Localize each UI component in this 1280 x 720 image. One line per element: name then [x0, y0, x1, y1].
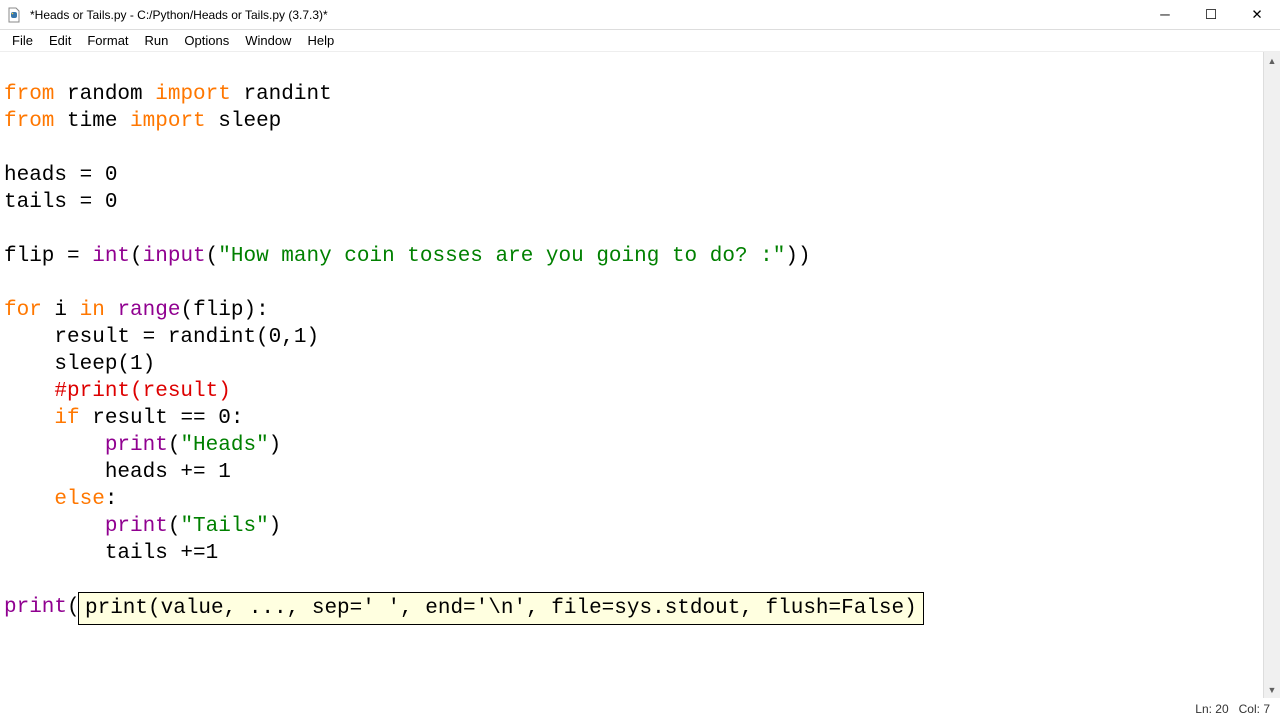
menu-format[interactable]: Format [79, 31, 136, 50]
code-token: for [4, 299, 42, 322]
code-token: result == 0: [80, 407, 244, 430]
code-token: if [54, 407, 79, 430]
status-ln: Ln: 20 [1195, 702, 1228, 716]
code-line: tails +=1 [4, 542, 218, 565]
code-token: randint [231, 83, 332, 106]
code-token: in [80, 299, 105, 322]
code-token: )) [785, 245, 810, 268]
code-token: print [105, 434, 168, 457]
menu-help[interactable]: Help [299, 31, 342, 50]
code-token: input [143, 245, 206, 268]
code-token: (flip): [180, 299, 268, 322]
code-token: ( [168, 434, 181, 457]
code-token: : [105, 488, 118, 511]
code-token: ( [206, 245, 219, 268]
code-token: range [117, 299, 180, 322]
code-token: int [92, 245, 130, 268]
code-token [4, 407, 54, 430]
window-controls: ─ ☐ ✕ [1142, 0, 1280, 29]
code-line: result = randint(0,1) [4, 326, 319, 349]
vertical-scrollbar[interactable]: ▲ ▼ [1263, 52, 1280, 698]
menu-run[interactable]: Run [137, 31, 177, 50]
minimize-button[interactable]: ─ [1142, 0, 1188, 29]
minimize-icon: ─ [1160, 7, 1169, 22]
code-token: ( [130, 245, 143, 268]
code-token: else [54, 488, 104, 511]
menu-edit[interactable]: Edit [41, 31, 79, 50]
code-token: random [54, 83, 155, 106]
code-editor[interactable]: from random import randint from time imp… [0, 52, 1263, 698]
code-token: ( [168, 515, 181, 538]
menu-window[interactable]: Window [237, 31, 299, 50]
code-token: time [54, 110, 130, 133]
code-token: import [155, 83, 231, 106]
window-title: *Heads or Tails.py - C:/Python/Heads or … [28, 8, 1142, 22]
scroll-up-icon[interactable]: ▲ [1264, 52, 1280, 69]
code-line: tails = 0 [4, 191, 117, 214]
code-token [105, 299, 118, 322]
code-token: "How many coin tosses are you going to d… [218, 245, 785, 268]
code-token: from [4, 83, 54, 106]
code-line: heads += 1 [4, 461, 231, 484]
code-token: "Tails" [180, 515, 268, 538]
code-line: sleep(1) [4, 353, 155, 376]
menubar: File Edit Format Run Options Window Help [0, 30, 1280, 52]
maximize-icon: ☐ [1205, 7, 1217, 23]
code-token: import [130, 110, 206, 133]
titlebar: *Heads or Tails.py - C:/Python/Heads or … [0, 0, 1280, 30]
status-col: Col: 7 [1239, 702, 1270, 716]
python-file-icon [6, 7, 22, 23]
code-token: i [42, 299, 80, 322]
code-token: ) [269, 515, 282, 538]
code-token: "Heads" [180, 434, 268, 457]
scroll-down-icon[interactable]: ▼ [1264, 681, 1280, 698]
code-token: flip = [4, 245, 92, 268]
code-token: print [105, 515, 168, 538]
code-token: print [4, 596, 67, 619]
code-line: heads = 0 [4, 164, 117, 187]
close-button[interactable]: ✕ [1234, 0, 1280, 29]
calltip-tooltip: print(value, ..., sep=' ', end='\n', fil… [78, 592, 924, 625]
close-icon: ✕ [1251, 7, 1262, 23]
editor-area: from random import randint from time imp… [0, 52, 1280, 698]
statusbar: Ln: 20 Col: 7 [0, 698, 1280, 720]
code-token: from [4, 110, 54, 133]
code-line: #print(result) [4, 380, 231, 403]
menu-file[interactable]: File [4, 31, 41, 50]
code-token: ) [269, 434, 282, 457]
code-token [4, 515, 105, 538]
code-token [4, 434, 105, 457]
menu-options[interactable]: Options [176, 31, 237, 50]
code-token: sleep [206, 110, 282, 133]
code-token [4, 488, 54, 511]
maximize-button[interactable]: ☐ [1188, 0, 1234, 29]
